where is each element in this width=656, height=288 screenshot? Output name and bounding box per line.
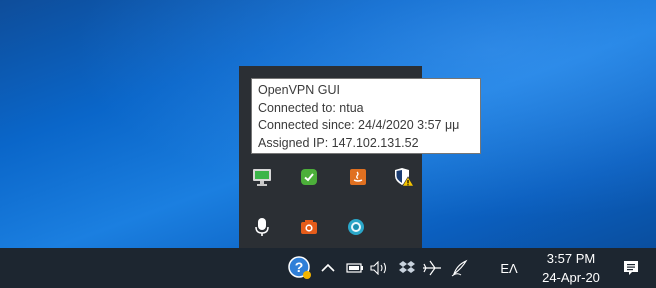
show-hidden-icons-chevron-icon[interactable] (318, 248, 338, 288)
openvpn-tooltip: OpenVPN GUI Connected to: ntua Connected… (251, 78, 481, 154)
security-check-icon[interactable] (294, 162, 324, 192)
clock-date: 24-Apr-20 (542, 270, 600, 285)
tooltip-assigned-ip: Assigned IP: 147.102.131.52 (258, 135, 419, 150)
help-icon[interactable]: ? (287, 248, 313, 288)
tooltip-app-name: OpenVPN GUI (258, 83, 340, 97)
dropbox-icon[interactable] (396, 248, 418, 288)
windows-security-warning-icon[interactable] (389, 162, 419, 192)
action-center-icon[interactable] (618, 248, 644, 288)
pen-workspace-icon[interactable] (448, 248, 472, 288)
java-update-icon[interactable] (343, 162, 373, 192)
browser-app-icon[interactable] (341, 212, 371, 242)
tooltip-connection: Connected to: ntua (258, 100, 364, 115)
tooltip-connected-since: Connected since: 24/4/2020 3:57 μμ (258, 118, 460, 132)
airplane-mode-icon[interactable] (420, 248, 444, 288)
openvpn-connected-icon[interactable] (247, 162, 277, 192)
input-language-indicator[interactable]: ΕΛ (494, 248, 524, 288)
volume-icon[interactable] (368, 248, 392, 288)
svg-text:?: ? (295, 259, 304, 275)
battery-icon[interactable] (344, 248, 366, 288)
clock-time: 3:57 PM (546, 251, 596, 266)
clock[interactable]: 3:57 PM 24-Apr-20 (530, 248, 612, 288)
camera-app-icon[interactable] (294, 212, 324, 242)
taskbar: ? ΕΛ 3:57 PM 24-Apr-20 (0, 248, 656, 288)
microphone-icon[interactable] (247, 212, 277, 242)
